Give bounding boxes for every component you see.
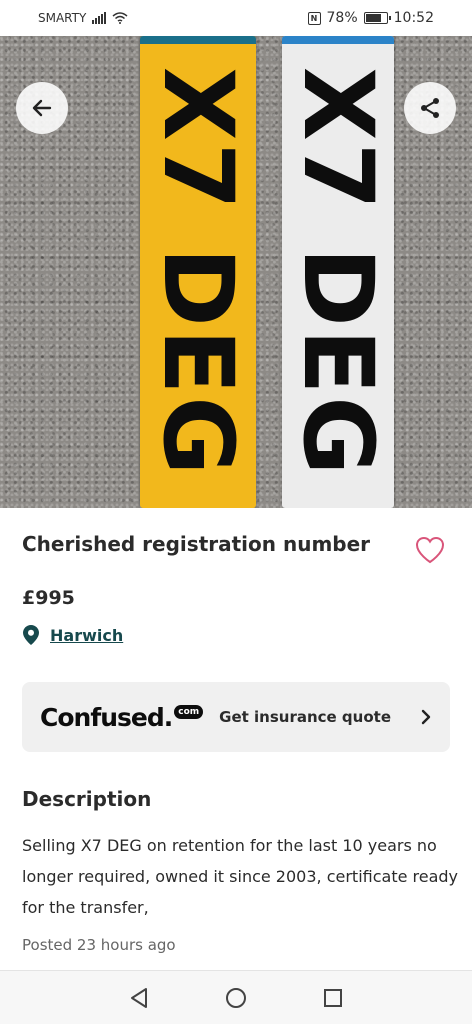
location: Harwich <box>22 624 123 646</box>
nav-recents-button[interactable] <box>321 986 345 1010</box>
location-link[interactable]: Harwich <box>50 626 123 645</box>
location-pin-icon <box>23 625 39 645</box>
system-nav-bar <box>0 970 472 1024</box>
status-bar: SMARTY N 78% 10:52 <box>0 0 472 36</box>
brand-name: Confused. <box>40 702 173 732</box>
heart-icon <box>415 536 445 564</box>
plate-text: X7 DEG <box>142 66 254 478</box>
plate-text: X7 DEG <box>282 66 394 478</box>
share-button[interactable] <box>404 82 456 134</box>
square-recents-icon <box>324 988 343 1007</box>
signal-icon <box>92 12 107 24</box>
brand-suffix: com <box>174 704 204 719</box>
listing-price: £995 <box>22 587 75 609</box>
clock: 10:52 <box>393 10 434 26</box>
carrier-label: SMARTY <box>38 11 87 25</box>
battery-icon <box>363 12 391 24</box>
confused-logo: Confused. com <box>40 702 204 732</box>
wifi-icon <box>112 12 128 24</box>
number-plate-white: X7 DEG <box>282 36 394 508</box>
chevron-right-icon <box>421 709 431 725</box>
battery-percent: 78% <box>326 10 358 26</box>
back-button[interactable] <box>16 82 68 134</box>
insurance-cta: Get insurance quote <box>219 708 391 726</box>
nav-back-button[interactable] <box>127 986 151 1010</box>
description-body: Selling X7 DEG on retention for the last… <box>22 836 459 917</box>
share-icon <box>421 98 439 118</box>
circle-home-icon <box>225 987 246 1008</box>
posted-time: Posted 23 hours ago <box>22 936 176 954</box>
number-plate-yellow: X7 DEG <box>140 36 256 508</box>
triangle-back-icon <box>130 987 147 1008</box>
nav-home-button[interactable] <box>224 986 248 1010</box>
arrow-left-icon <box>32 99 52 117</box>
insurance-quote-card[interactable]: Confused. com Get insurance quote <box>22 682 450 752</box>
listing-photo[interactable]: X7 DEG X7 DEG <box>0 36 472 508</box>
favourite-button[interactable] <box>412 532 448 568</box>
listing-title: Cherished registration number <box>22 532 371 556</box>
nfc-icon: N <box>307 11 321 25</box>
description-heading: Description <box>22 787 152 811</box>
